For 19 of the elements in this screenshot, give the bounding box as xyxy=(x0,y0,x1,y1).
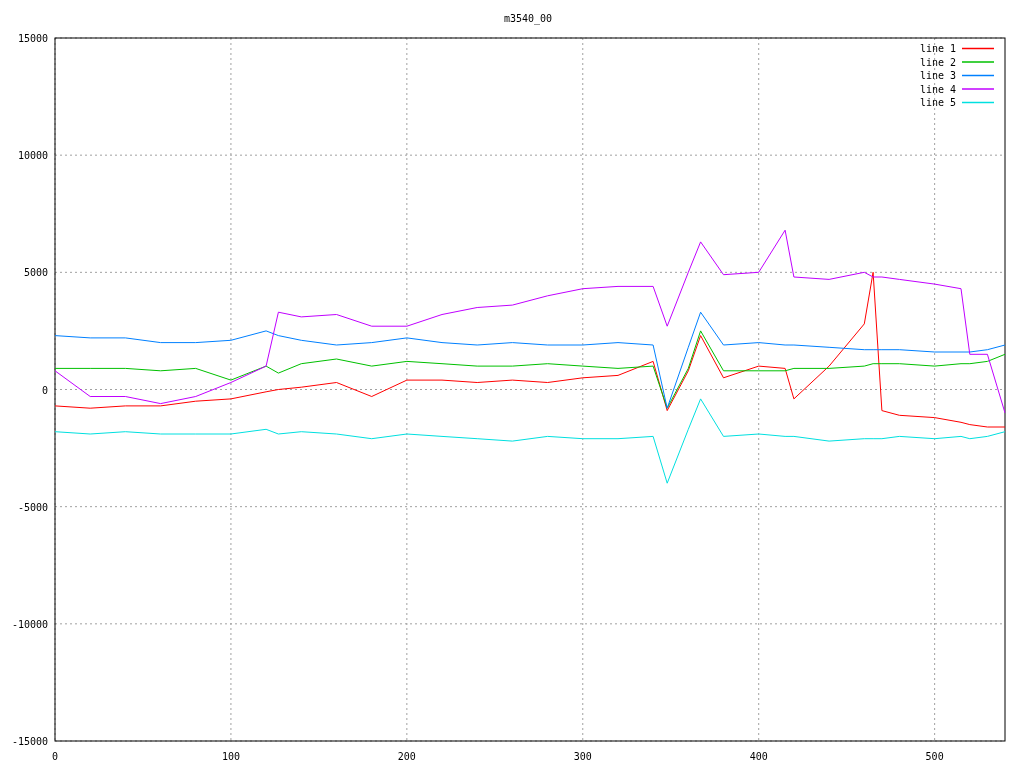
x-tick-label: 500 xyxy=(925,751,944,762)
y-tick-label: 15000 xyxy=(17,33,48,44)
y-tick-label: 10000 xyxy=(17,150,48,162)
y-tick-label: 0 xyxy=(41,384,48,396)
legend-label: line 3 xyxy=(919,70,956,81)
y-tick-label: 5000 xyxy=(23,267,48,279)
legend-label: line 4 xyxy=(919,83,956,95)
chart-title: m3540_00 xyxy=(503,13,553,24)
y-tick-label: -15000 xyxy=(11,736,48,747)
legend-label: line 1 xyxy=(919,43,956,54)
x-tick-label: 300 xyxy=(573,751,592,762)
legend-label: line 2 xyxy=(919,56,956,68)
y-tick-label: -5000 xyxy=(17,501,48,513)
x-tick-label: 400 xyxy=(749,751,768,762)
y-tick-label: -10000 xyxy=(11,618,48,630)
x-tick-label: 200 xyxy=(397,751,416,762)
legend-label: line 5 xyxy=(919,97,956,108)
x-tick-label: 0 xyxy=(52,751,58,762)
x-tick-label: 100 xyxy=(221,751,240,762)
